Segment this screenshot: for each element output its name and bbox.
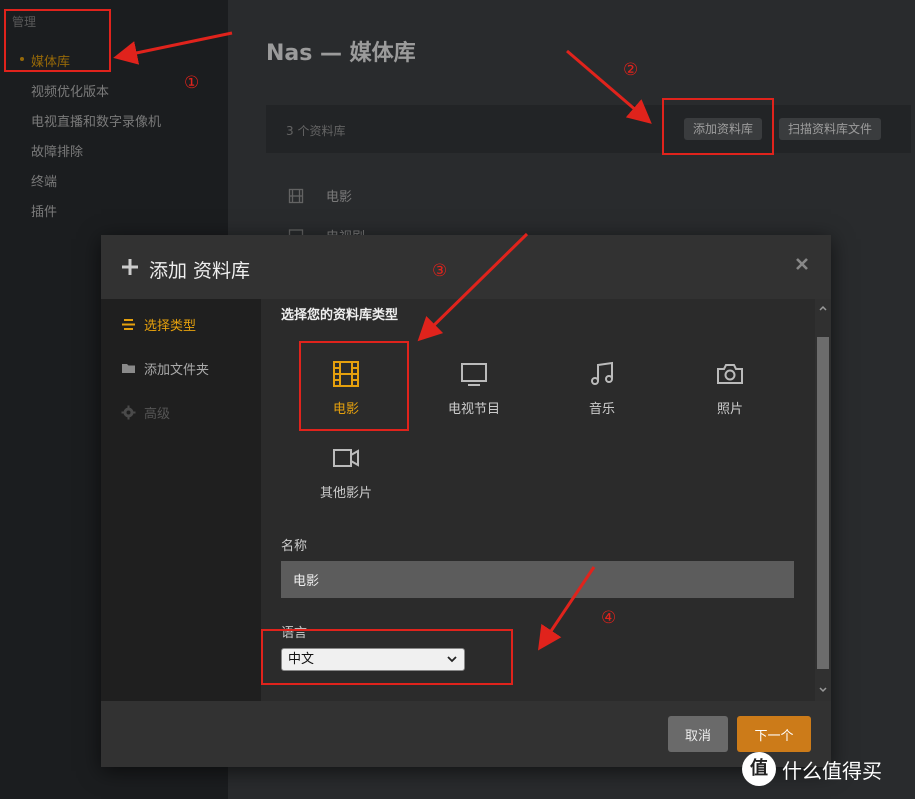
type-other-videos[interactable]: 其他影片	[296, 436, 396, 516]
type-label: 照片	[716, 402, 743, 417]
name-label: 名称	[281, 539, 308, 554]
dialog-footer: 取消 下一个	[101, 701, 831, 767]
type-label: 其他影片	[319, 486, 372, 501]
cancel-button[interactable]: 取消	[668, 716, 728, 752]
plus-icon	[122, 259, 138, 275]
type-photos[interactable]: 照片	[680, 352, 780, 432]
step-select-type[interactable]: 选择类型	[121, 315, 196, 334]
annotation-box-1	[4, 9, 111, 72]
annotation-number-1: ①	[184, 73, 200, 93]
dialog-step-nav: 选择类型 添加文件夹 高级	[101, 299, 261, 701]
close-icon[interactable]	[795, 257, 809, 271]
step-add-folder[interactable]: 添加文件夹	[121, 359, 209, 378]
type-label: 音乐	[588, 402, 615, 417]
watermark: 值 什么值得买	[742, 752, 882, 786]
list-icon	[122, 319, 135, 330]
scroll-up-icon[interactable]	[819, 304, 827, 312]
annotation-number-4: ④	[601, 608, 617, 628]
step-label: 选择类型	[144, 319, 197, 334]
add-library-dialog: 添加 资料库 选择类型 添加文件夹 高级 选择您的资料库类型 电影 电视节目 音…	[101, 235, 831, 767]
step-label: 高级	[144, 407, 171, 422]
annotation-number-2: ②	[623, 60, 639, 80]
annotation-number-3: ③	[432, 261, 448, 281]
gear-icon	[121, 405, 136, 420]
library-type-heading: 选择您的资料库类型	[281, 308, 399, 323]
folder-icon	[122, 364, 135, 373]
music-icon	[591, 361, 613, 385]
step-advanced: 高级	[121, 403, 170, 422]
annotation-box-3	[299, 341, 409, 431]
step-label: 添加文件夹	[144, 363, 210, 378]
camera-icon	[717, 364, 743, 384]
video-camera-icon	[333, 449, 359, 467]
dialog-scrollbar[interactable]	[815, 299, 831, 701]
type-tv-shows[interactable]: 电视节目	[424, 352, 524, 432]
dialog-header: 添加 资料库	[101, 235, 831, 299]
scroll-down-icon[interactable]	[819, 686, 827, 694]
type-label: 电视节目	[447, 402, 500, 417]
annotation-box-2	[662, 98, 774, 155]
watermark-text: 什么值得买	[782, 758, 882, 783]
tv-icon	[461, 363, 487, 386]
type-music[interactable]: 音乐	[552, 352, 652, 432]
scroll-thumb[interactable]	[817, 337, 829, 669]
dialog-title: 添加 资料库	[149, 260, 251, 282]
watermark-logo: 值	[742, 752, 776, 786]
next-button[interactable]: 下一个	[737, 716, 811, 752]
annotation-box-4	[261, 629, 513, 685]
name-input[interactable]	[281, 561, 794, 598]
